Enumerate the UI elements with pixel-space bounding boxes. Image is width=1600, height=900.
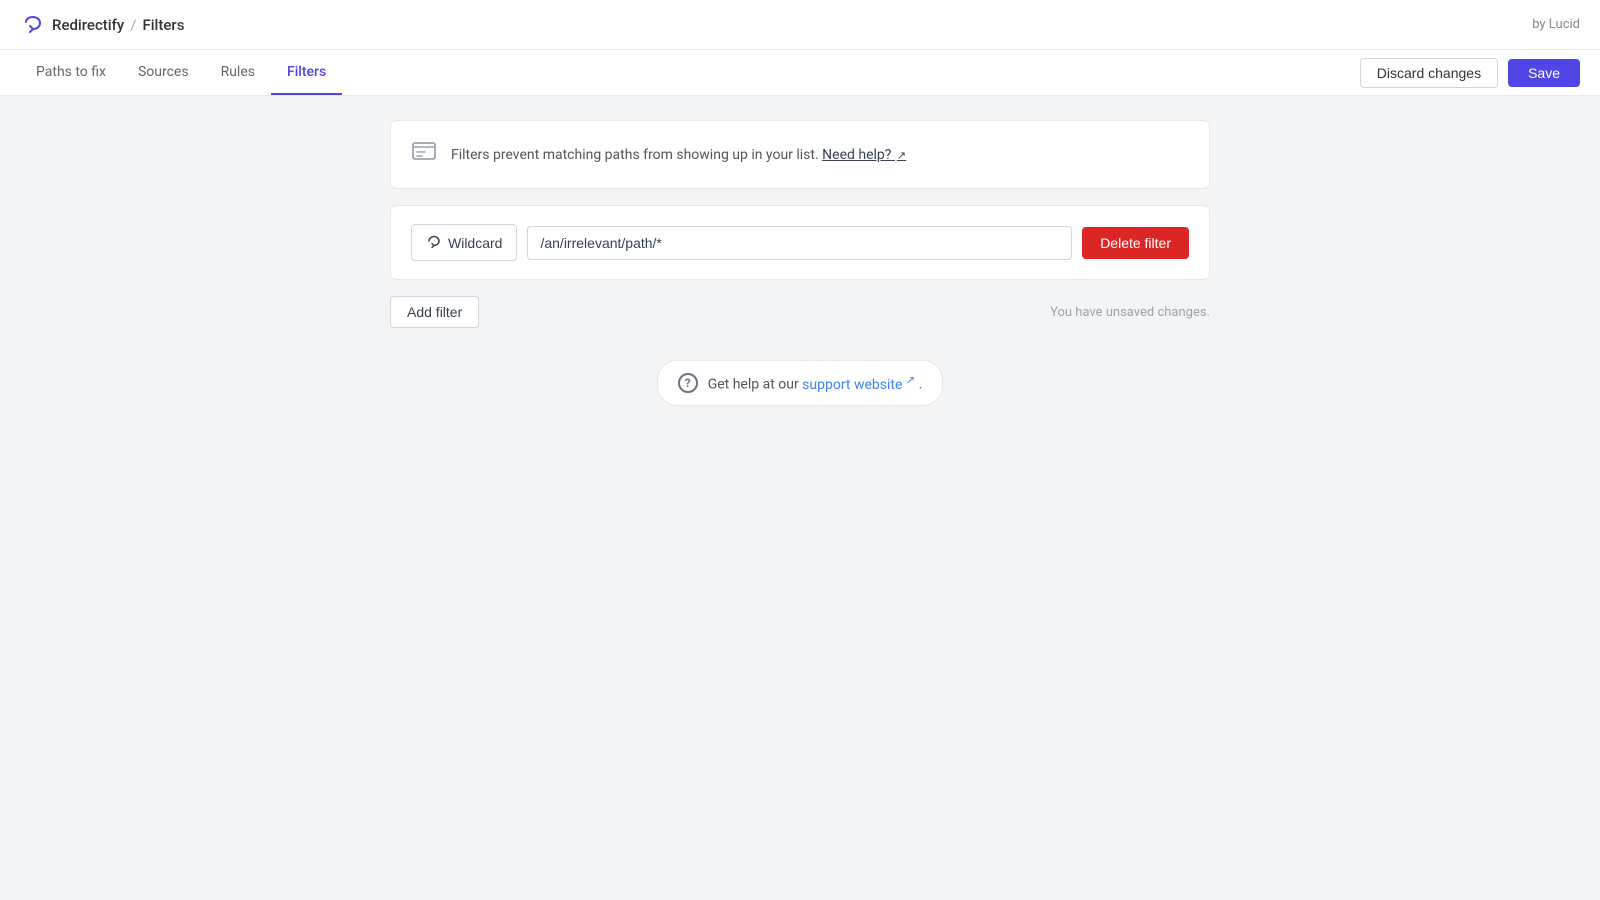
external-link-icon: ↗ [897,149,906,162]
breadcrumb: Redirectify / Filters [20,12,184,38]
main-content: Filters prevent matching paths from show… [370,96,1230,430]
top-header: Redirectify / Filters by Lucid [0,0,1600,50]
delete-filter-button[interactable]: Delete filter [1082,227,1189,259]
help-icon: ? [678,373,698,393]
save-button[interactable]: Save [1508,59,1580,87]
tab-sources[interactable]: Sources [122,50,205,95]
help-box: ? Get help at our support website ↗ . [657,360,944,406]
discard-changes-button[interactable]: Discard changes [1360,58,1498,88]
tab-rules[interactable]: Rules [205,50,271,95]
nav-bar: Paths to fix Sources Rules Filters Disca… [0,50,1600,96]
app-icon [20,12,46,38]
wildcard-icon [426,233,442,252]
support-external-link-icon: ↗ [906,373,915,386]
bottom-row: Add filter You have unsaved changes. [390,296,1210,328]
filter-info-icon [411,139,437,170]
info-box: Filters prevent matching paths from show… [390,120,1210,189]
help-text: Get help at our support website ↗ . [708,373,923,393]
filter-card: Wildcard Delete filter [390,205,1210,280]
unsaved-changes-text: You have unsaved changes. [1050,305,1210,320]
info-box-text: Filters prevent matching paths from show… [451,147,906,163]
support-website-link[interactable]: support website ↗ [802,377,918,393]
need-help-link[interactable]: Need help? ↗ [822,147,906,163]
filter-path-input[interactable] [527,226,1072,260]
nav-actions: Discard changes Save [1360,58,1580,88]
filter-type-label: Wildcard [448,235,502,251]
page-title: Filters [142,16,184,34]
nav-tabs: Paths to fix Sources Rules Filters [20,50,342,95]
by-text: by Lucid [1532,17,1580,32]
add-filter-button[interactable]: Add filter [390,296,479,328]
filter-row: Wildcard Delete filter [411,224,1189,261]
app-name: Redirectify [52,16,124,34]
tab-paths-to-fix[interactable]: Paths to fix [20,50,122,95]
breadcrumb-separator: / [130,16,136,34]
filter-type-button[interactable]: Wildcard [411,224,517,261]
tab-filters[interactable]: Filters [271,50,342,95]
